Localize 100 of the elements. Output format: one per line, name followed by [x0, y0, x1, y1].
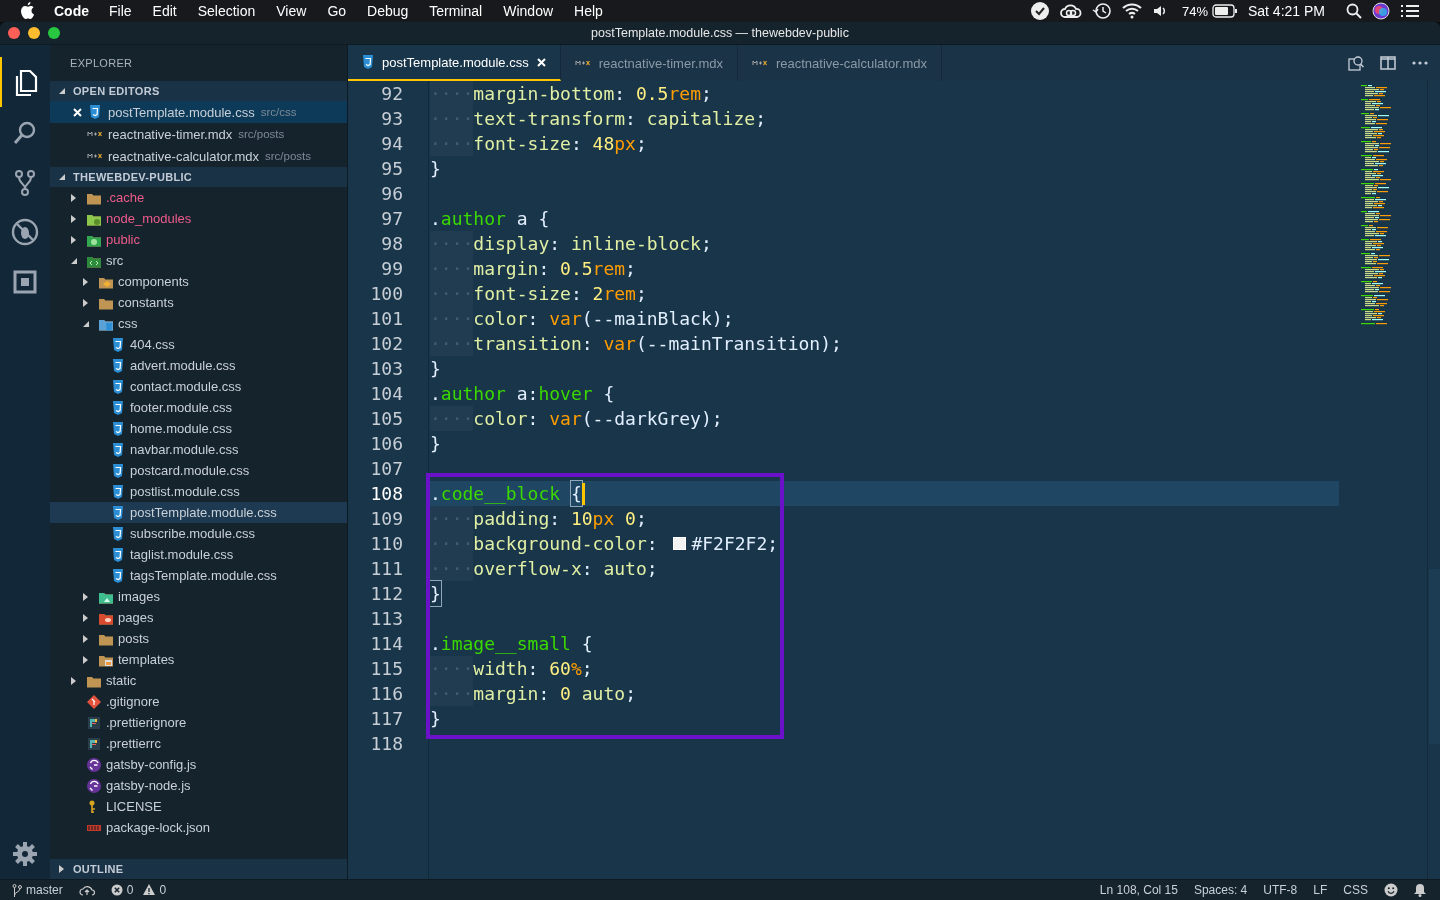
tree-item[interactable]: postTemplate.module.css [50, 502, 347, 523]
cloud-upload-icon[interactable] [78, 884, 95, 896]
section-header[interactable]: OPEN EDITORS [50, 81, 347, 101]
code-line[interactable]: .image__small { [430, 631, 593, 656]
menu-item[interactable]: View [276, 3, 307, 19]
tree-item[interactable]: components [50, 271, 347, 292]
tree-item[interactable]: static [50, 670, 347, 691]
code-line[interactable]: ····font-size: 48px; [430, 131, 647, 156]
line-ending-setting[interactable]: LF [1313, 883, 1328, 897]
code-line[interactable]: } [430, 581, 441, 606]
tree-item[interactable]: gatsby-node.js [50, 775, 347, 796]
code-line[interactable]: ····margin-bottom: 0.5 rem; [430, 81, 712, 106]
close-icon[interactable] [72, 107, 82, 117]
menu-item[interactable]: Window [503, 3, 554, 19]
tree-item[interactable]: tagsTemplate.module.css [50, 565, 347, 586]
speaker-icon[interactable] [1151, 3, 1168, 19]
menu-item[interactable]: Help [574, 3, 603, 19]
wifi-icon[interactable] [1121, 3, 1142, 19]
menu-item[interactable]: Selection [197, 3, 256, 19]
open-editor-item[interactable]: reactnative-calculator.mdx src/posts [50, 145, 347, 167]
open-preview-icon[interactable] [1348, 55, 1364, 71]
tree-item[interactable]: advert.module.css [50, 355, 347, 376]
code-line[interactable]: ····padding: 10px 0; [430, 506, 647, 531]
bell-icon[interactable] [1414, 883, 1426, 897]
menu-item[interactable]: Edit [152, 3, 177, 19]
tree-item[interactable]: .cache [50, 187, 347, 208]
tree-item[interactable]: taglist.module.css [50, 544, 347, 565]
code-line[interactable]: ····font-size: 2 rem; [430, 281, 647, 306]
app-menu[interactable]: Code [54, 3, 89, 19]
extensions-icon[interactable] [11, 268, 39, 296]
tree-item[interactable]: .prettierignore [50, 712, 347, 733]
language-mode[interactable]: CSS [1343, 883, 1368, 897]
cloud-icon[interactable] [1059, 3, 1082, 19]
menu-item[interactable]: Go [327, 3, 347, 19]
tree-item[interactable]: images [50, 586, 347, 607]
code-line[interactable]: .code__block { [430, 481, 585, 506]
section-header[interactable]: OUTLINE [50, 859, 347, 879]
tree-item[interactable]: src [50, 250, 347, 271]
menu-item[interactable]: Debug [367, 3, 409, 19]
tree-item[interactable]: pages [50, 607, 347, 628]
tree-item[interactable]: home.module.css [50, 418, 347, 439]
code-line[interactable]: ····text-transform: capitalize; [430, 106, 766, 131]
tree-item[interactable]: posts [50, 628, 347, 649]
no-bug-icon[interactable] [11, 218, 39, 246]
code-line[interactable]: ····transition: var(--mainTransition); [430, 331, 842, 356]
cursor-position[interactable]: Ln 108, Col 15 [1099, 883, 1178, 897]
search-icon[interactable] [1346, 3, 1362, 19]
code-line[interactable]: ····color: var(--darkGrey); [430, 406, 723, 431]
code-line[interactable]: ····color: var(--mainBlack); [430, 306, 734, 331]
tree-item[interactable]: postlist.module.css [50, 481, 347, 502]
code-line[interactable]: ····display: inline-block; [430, 231, 712, 256]
tree-item[interactable]: LICENSE [50, 796, 347, 817]
battery-icon[interactable] [1211, 4, 1238, 18]
branch-indicator[interactable]: master [12, 883, 63, 897]
tree-item[interactable]: 404.css [50, 334, 347, 355]
tree-item[interactable]: contact.module.css [50, 376, 347, 397]
tree-item[interactable]: package-lock.json [50, 817, 347, 838]
smiley-icon[interactable] [1384, 883, 1398, 897]
code-line[interactable]: .author a:hover { [430, 381, 615, 406]
indentation-setting[interactable]: Spaces: 4 [1193, 883, 1248, 897]
code-line[interactable]: ····width: 60%; [430, 656, 593, 681]
tree-item[interactable]: subscribe.module.css [50, 523, 347, 544]
settings-icon[interactable] [12, 841, 38, 867]
siri-icon[interactable] [1372, 2, 1390, 20]
tree-item[interactable]: .prettierrc [50, 733, 347, 754]
menu-item[interactable]: Terminal [429, 3, 483, 19]
tree-item[interactable]: templates [50, 649, 347, 670]
section-header[interactable]: THEWEBDEV-PUBLIC [50, 167, 347, 187]
list-icon[interactable] [1400, 4, 1420, 18]
tree-item[interactable]: constants [50, 292, 347, 313]
scrollbar-thumb[interactable] [1429, 569, 1440, 744]
open-editor-item[interactable]: postTemplate.module.css src/css [50, 101, 347, 123]
apple-icon[interactable] [20, 2, 36, 20]
tree-item[interactable]: navbar.module.css [50, 439, 347, 460]
code-line[interactable]: ····background-color: #F2F2F2; [430, 531, 779, 556]
split-editor-icon[interactable] [1380, 56, 1396, 70]
tree-item[interactable]: node_modules [50, 208, 347, 229]
encoding-setting[interactable]: UTF-8 [1263, 883, 1298, 897]
tree-item[interactable]: public [50, 229, 347, 250]
open-editor-item[interactable]: reactnative-timer.mdx src/posts [50, 123, 347, 145]
code-line[interactable]: } [430, 431, 441, 456]
tree-item[interactable]: css [50, 313, 347, 334]
window-control-button[interactable] [48, 27, 60, 39]
tree-item[interactable]: gatsby-config.js [50, 754, 347, 775]
menu-item[interactable]: File [109, 3, 132, 19]
check-badge-icon[interactable] [1029, 1, 1050, 21]
code-line[interactable]: ····margin: 0 auto; [430, 681, 636, 706]
code-line[interactable]: .author a { [430, 206, 550, 231]
tree-item[interactable]: footer.module.css [50, 397, 347, 418]
code-line[interactable]: } [430, 156, 441, 181]
window-control-button[interactable] [8, 27, 20, 39]
code-line[interactable]: } [430, 706, 441, 731]
problems-indicator[interactable]: 0 0 [110, 883, 167, 897]
more-icon[interactable] [1412, 61, 1428, 65]
clock-icon[interactable] [1091, 2, 1112, 20]
window-control-button[interactable] [28, 27, 40, 39]
tree-item[interactable]: .gitignore [50, 691, 347, 712]
close-icon[interactable] [536, 57, 546, 67]
editor-tab[interactable]: postTemplate.module.css [348, 45, 561, 81]
code-line[interactable]: } [430, 356, 441, 381]
